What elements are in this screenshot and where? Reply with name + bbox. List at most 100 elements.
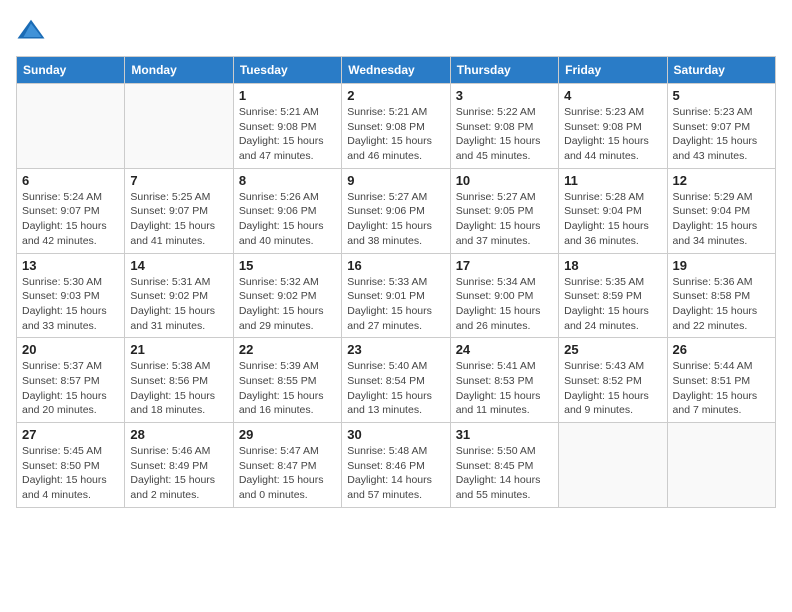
day-info: Sunrise: 5:31 AM Sunset: 9:02 PM Dayligh… <box>130 275 227 334</box>
day-info: Sunrise: 5:48 AM Sunset: 8:46 PM Dayligh… <box>347 444 444 503</box>
day-number: 22 <box>239 342 336 357</box>
day-number: 12 <box>673 173 770 188</box>
day-info: Sunrise: 5:23 AM Sunset: 9:08 PM Dayligh… <box>564 105 661 164</box>
weekday-header: Sunday <box>17 57 125 84</box>
calendar-cell: 15Sunrise: 5:32 AM Sunset: 9:02 PM Dayli… <box>233 253 341 338</box>
calendar-cell: 21Sunrise: 5:38 AM Sunset: 8:56 PM Dayli… <box>125 338 233 423</box>
day-number: 17 <box>456 258 553 273</box>
day-info: Sunrise: 5:21 AM Sunset: 9:08 PM Dayligh… <box>239 105 336 164</box>
day-number: 6 <box>22 173 119 188</box>
day-info: Sunrise: 5:27 AM Sunset: 9:06 PM Dayligh… <box>347 190 444 249</box>
weekday-header: Friday <box>559 57 667 84</box>
calendar-header-row: SundayMondayTuesdayWednesdayThursdayFrid… <box>17 57 776 84</box>
calendar-cell: 6 Sunrise: 5:24 AM Sunset: 9:07 PM Daylig… <box>17 168 125 253</box>
calendar-cell: 23Sunrise: 5:40 AM Sunset: 8:54 PM Dayli… <box>342 338 450 423</box>
calendar-cell: 27Sunrise: 5:45 AM Sunset: 8:50 PM Dayli… <box>17 423 125 508</box>
calendar-cell: 22 Sunrise: 5:39 AM Sunset: 8:55 PM Dayli… <box>233 338 341 423</box>
day-info: Sunrise: 5:44 AM Sunset: 8:51 PM Dayligh… <box>673 359 770 418</box>
calendar-week-row: 27Sunrise: 5:45 AM Sunset: 8:50 PM Dayli… <box>17 423 776 508</box>
calendar-week-row: 13 Sunrise: 5:30 AM Sunset: 9:03 PM Dayli… <box>17 253 776 338</box>
calendar-cell: 16 Sunrise: 5:33 AM Sunset: 9:01 PM Dayli… <box>342 253 450 338</box>
day-number: 26 <box>673 342 770 357</box>
day-info: Sunrise: 5:47 AM Sunset: 8:47 PM Dayligh… <box>239 444 336 503</box>
day-info: Sunrise: 5:24 AM Sunset: 9:07 PM Dayligh… <box>22 190 119 249</box>
day-number: 1 <box>239 88 336 103</box>
day-number: 25 <box>564 342 661 357</box>
day-number: 14 <box>130 258 227 273</box>
calendar-cell: 31Sunrise: 5:50 AM Sunset: 8:45 PM Dayli… <box>450 423 558 508</box>
calendar-week-row: 1 Sunrise: 5:21 AM Sunset: 9:08 PM Daylig… <box>17 84 776 169</box>
day-number: 11 <box>564 173 661 188</box>
day-number: 9 <box>347 173 444 188</box>
day-info: Sunrise: 5:41 AM Sunset: 8:53 PM Dayligh… <box>456 359 553 418</box>
calendar-cell: 17 Sunrise: 5:34 AM Sunset: 9:00 PM Dayli… <box>450 253 558 338</box>
day-number: 2 <box>347 88 444 103</box>
logo <box>16 16 50 46</box>
day-number: 29 <box>239 427 336 442</box>
day-info: Sunrise: 5:45 AM Sunset: 8:50 PM Dayligh… <box>22 444 119 503</box>
day-info: Sunrise: 5:23 AM Sunset: 9:07 PM Dayligh… <box>673 105 770 164</box>
weekday-header: Thursday <box>450 57 558 84</box>
calendar-cell: 11 Sunrise: 5:28 AM Sunset: 9:04 PM Dayli… <box>559 168 667 253</box>
page-header <box>16 16 776 46</box>
day-info: Sunrise: 5:29 AM Sunset: 9:04 PM Dayligh… <box>673 190 770 249</box>
day-info: Sunrise: 5:37 AM Sunset: 8:57 PM Dayligh… <box>22 359 119 418</box>
calendar-cell: 30 Sunrise: 5:48 AM Sunset: 8:46 PM Dayli… <box>342 423 450 508</box>
day-number: 20 <box>22 342 119 357</box>
day-number: 10 <box>456 173 553 188</box>
calendar-cell: 3 Sunrise: 5:22 AM Sunset: 9:08 PM Daylig… <box>450 84 558 169</box>
day-info: Sunrise: 5:46 AM Sunset: 8:49 PM Dayligh… <box>130 444 227 503</box>
day-info: Sunrise: 5:27 AM Sunset: 9:05 PM Dayligh… <box>456 190 553 249</box>
day-number: 28 <box>130 427 227 442</box>
day-info: Sunrise: 5:35 AM Sunset: 8:59 PM Dayligh… <box>564 275 661 334</box>
day-number: 7 <box>130 173 227 188</box>
day-info: Sunrise: 5:34 AM Sunset: 9:00 PM Dayligh… <box>456 275 553 334</box>
day-info: Sunrise: 5:25 AM Sunset: 9:07 PM Dayligh… <box>130 190 227 249</box>
calendar-cell: 13 Sunrise: 5:30 AM Sunset: 9:03 PM Dayli… <box>17 253 125 338</box>
day-info: Sunrise: 5:36 AM Sunset: 8:58 PM Dayligh… <box>673 275 770 334</box>
calendar-cell <box>17 84 125 169</box>
day-number: 8 <box>239 173 336 188</box>
day-info: Sunrise: 5:30 AM Sunset: 9:03 PM Dayligh… <box>22 275 119 334</box>
day-info: Sunrise: 5:43 AM Sunset: 8:52 PM Dayligh… <box>564 359 661 418</box>
calendar-cell: 25 Sunrise: 5:43 AM Sunset: 8:52 PM Dayli… <box>559 338 667 423</box>
logo-icon <box>16 16 46 46</box>
day-number: 4 <box>564 88 661 103</box>
day-number: 19 <box>673 258 770 273</box>
day-number: 30 <box>347 427 444 442</box>
calendar-cell: 2 Sunrise: 5:21 AM Sunset: 9:08 PM Daylig… <box>342 84 450 169</box>
calendar-week-row: 20 Sunrise: 5:37 AM Sunset: 8:57 PM Dayli… <box>17 338 776 423</box>
day-info: Sunrise: 5:33 AM Sunset: 9:01 PM Dayligh… <box>347 275 444 334</box>
calendar-cell: 28 Sunrise: 5:46 AM Sunset: 8:49 PM Dayli… <box>125 423 233 508</box>
day-number: 23 <box>347 342 444 357</box>
day-number: 13 <box>22 258 119 273</box>
day-number: 16 <box>347 258 444 273</box>
calendar-cell: 4 Sunrise: 5:23 AM Sunset: 9:08 PM Daylig… <box>559 84 667 169</box>
weekday-header: Monday <box>125 57 233 84</box>
calendar-cell: 12 Sunrise: 5:29 AM Sunset: 9:04 PM Dayli… <box>667 168 775 253</box>
calendar-cell: 29 Sunrise: 5:47 AM Sunset: 8:47 PM Dayli… <box>233 423 341 508</box>
day-info: Sunrise: 5:28 AM Sunset: 9:04 PM Dayligh… <box>564 190 661 249</box>
calendar-cell: 7 Sunrise: 5:25 AM Sunset: 9:07 PM Daylig… <box>125 168 233 253</box>
day-info: Sunrise: 5:50 AM Sunset: 8:45 PM Dayligh… <box>456 444 553 503</box>
calendar-cell <box>559 423 667 508</box>
calendar-cell: 24Sunrise: 5:41 AM Sunset: 8:53 PM Dayli… <box>450 338 558 423</box>
calendar-cell <box>667 423 775 508</box>
day-number: 3 <box>456 88 553 103</box>
calendar-cell: 26 Sunrise: 5:44 AM Sunset: 8:51 PM Dayli… <box>667 338 775 423</box>
day-number: 21 <box>130 342 227 357</box>
weekday-header: Wednesday <box>342 57 450 84</box>
calendar-week-row: 6 Sunrise: 5:24 AM Sunset: 9:07 PM Daylig… <box>17 168 776 253</box>
weekday-header: Saturday <box>667 57 775 84</box>
day-info: Sunrise: 5:26 AM Sunset: 9:06 PM Dayligh… <box>239 190 336 249</box>
calendar-cell: 9 Sunrise: 5:27 AM Sunset: 9:06 PM Daylig… <box>342 168 450 253</box>
calendar-cell: 8 Sunrise: 5:26 AM Sunset: 9:06 PM Daylig… <box>233 168 341 253</box>
day-info: Sunrise: 5:32 AM Sunset: 9:02 PM Dayligh… <box>239 275 336 334</box>
day-info: Sunrise: 5:21 AM Sunset: 9:08 PM Dayligh… <box>347 105 444 164</box>
calendar-cell: 10 Sunrise: 5:27 AM Sunset: 9:05 PM Dayli… <box>450 168 558 253</box>
calendar-table: SundayMondayTuesdayWednesdayThursdayFrid… <box>16 56 776 508</box>
calendar-cell: 14 Sunrise: 5:31 AM Sunset: 9:02 PM Dayli… <box>125 253 233 338</box>
day-info: Sunrise: 5:22 AM Sunset: 9:08 PM Dayligh… <box>456 105 553 164</box>
day-info: Sunrise: 5:39 AM Sunset: 8:55 PM Dayligh… <box>239 359 336 418</box>
calendar-cell: 5Sunrise: 5:23 AM Sunset: 9:07 PM Daylig… <box>667 84 775 169</box>
